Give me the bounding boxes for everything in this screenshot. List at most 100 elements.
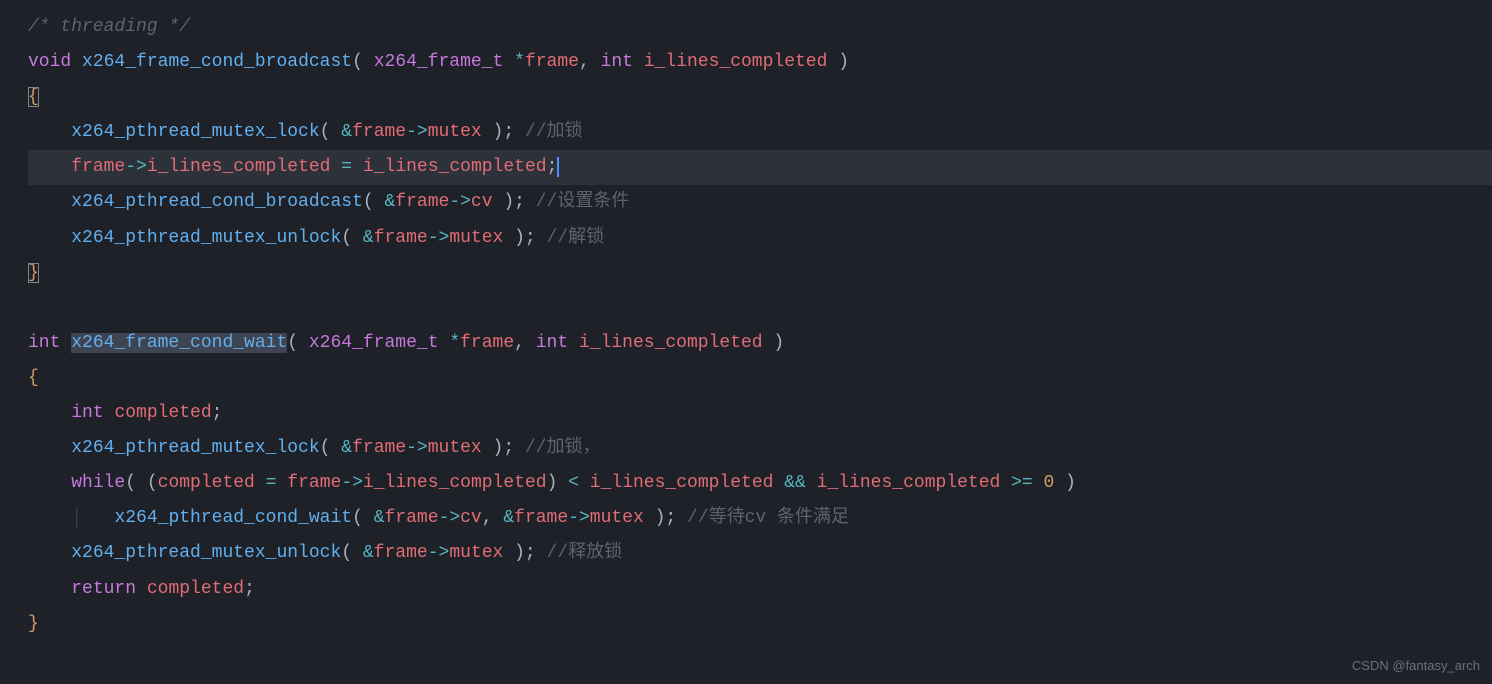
code-line: { bbox=[28, 368, 39, 388]
code-line: int completed; bbox=[28, 403, 222, 423]
code-line: x264_pthread_mutex_unlock( &frame->mutex… bbox=[28, 543, 622, 563]
op-amp: & bbox=[374, 508, 385, 528]
code-line: void x264_frame_cond_broadcast( x264_fra… bbox=[28, 52, 849, 72]
op-star: * bbox=[514, 52, 525, 72]
var: i_lines_completed bbox=[817, 473, 1001, 493]
member: mutex bbox=[449, 228, 503, 248]
var: frame bbox=[374, 543, 428, 563]
member: mutex bbox=[428, 122, 482, 142]
var: i_lines_completed bbox=[590, 473, 774, 493]
comment: //解锁 bbox=[547, 228, 605, 248]
code-line: return completed; bbox=[28, 579, 255, 599]
type: x264_frame_t bbox=[309, 333, 439, 353]
comment: //释放锁 bbox=[547, 543, 623, 563]
brace-open: { bbox=[28, 87, 39, 107]
member: cv bbox=[460, 508, 482, 528]
op-amp: & bbox=[341, 438, 352, 458]
member: i_lines_completed bbox=[147, 157, 331, 177]
code-line: x264_pthread_cond_broadcast( &frame->cv … bbox=[28, 192, 629, 212]
keyword-void: void bbox=[28, 52, 71, 72]
comment: //等待cv 条件满足 bbox=[687, 508, 849, 528]
call: x264_pthread_mutex_unlock bbox=[71, 543, 341, 563]
code-line: { bbox=[28, 87, 39, 107]
op-amp: & bbox=[363, 228, 374, 248]
code-line: int x264_frame_cond_wait( x264_frame_t *… bbox=[28, 333, 784, 353]
brace-close: } bbox=[28, 614, 39, 634]
op-arrow: -> bbox=[406, 122, 428, 142]
code-line: x264_pthread_mutex_lock( &frame->mutex )… bbox=[28, 122, 583, 142]
op-arrow: -> bbox=[341, 473, 363, 493]
op-amp: & bbox=[341, 122, 352, 142]
keyword-int: int bbox=[536, 333, 568, 353]
param: i_lines_completed bbox=[644, 52, 828, 72]
member: mutex bbox=[449, 543, 503, 563]
var: completed bbox=[114, 403, 211, 423]
param: i_lines_completed bbox=[579, 333, 763, 353]
member: mutex bbox=[590, 508, 644, 528]
call: x264_pthread_cond_wait bbox=[114, 508, 352, 528]
var: frame bbox=[374, 228, 428, 248]
var: frame bbox=[514, 508, 568, 528]
selection-highlight: x264_frame_cond_wait bbox=[71, 333, 287, 353]
call: x264_pthread_mutex_unlock bbox=[71, 228, 341, 248]
code-editor[interactable]: /* threading */ void x264_frame_cond_bro… bbox=[0, 0, 1492, 642]
op-star: * bbox=[449, 333, 460, 353]
member: i_lines_completed bbox=[363, 473, 547, 493]
op-arrow: -> bbox=[568, 508, 590, 528]
param: frame bbox=[525, 52, 579, 72]
op-arrow: -> bbox=[428, 228, 450, 248]
code-line-active: frame->i_lines_completed = i_lines_compl… bbox=[28, 150, 1492, 185]
var: completed bbox=[158, 473, 255, 493]
code-line: } bbox=[28, 263, 39, 283]
op-amp: & bbox=[384, 192, 395, 212]
op-arrow: -> bbox=[125, 157, 147, 177]
keyword-int: int bbox=[71, 403, 103, 423]
op-amp: & bbox=[363, 543, 374, 563]
comment: //加锁， bbox=[525, 438, 601, 458]
member: mutex bbox=[428, 438, 482, 458]
code-line: x264_pthread_mutex_lock( &frame->mutex )… bbox=[28, 438, 601, 458]
type: x264_frame_t bbox=[374, 52, 504, 72]
code-line: /* threading */ bbox=[28, 17, 190, 37]
code-line: │ x264_pthread_cond_wait( &frame->cv, &f… bbox=[28, 508, 849, 528]
number: 0 bbox=[1044, 473, 1055, 493]
code-line: while( (completed = frame->i_lines_compl… bbox=[28, 473, 1076, 493]
var: frame bbox=[385, 508, 439, 528]
function-name: x264_frame_cond_broadcast bbox=[82, 52, 352, 72]
op-ge: >= bbox=[1011, 473, 1033, 493]
comment: //设置条件 bbox=[536, 192, 630, 212]
keyword-return: return bbox=[71, 579, 136, 599]
op-and: && bbox=[784, 473, 806, 493]
var: i_lines_completed bbox=[363, 157, 547, 177]
op-eq: = bbox=[341, 157, 352, 177]
op-arrow: -> bbox=[439, 508, 461, 528]
comment: /* threading */ bbox=[28, 17, 190, 37]
op-arrow: -> bbox=[406, 438, 428, 458]
keyword-int: int bbox=[28, 333, 60, 353]
param: frame bbox=[460, 333, 514, 353]
var: frame bbox=[352, 438, 406, 458]
text-cursor bbox=[557, 157, 559, 177]
call: x264_pthread_cond_broadcast bbox=[71, 192, 363, 212]
function-name: x264_frame_cond_wait bbox=[71, 333, 287, 353]
code-line: x264_pthread_mutex_unlock( &frame->mutex… bbox=[28, 228, 604, 248]
var: frame bbox=[71, 157, 125, 177]
op-eq: = bbox=[266, 473, 277, 493]
watermark: CSDN @fantasy_arch bbox=[1352, 653, 1480, 678]
code-line: } bbox=[28, 614, 39, 634]
keyword-while: while bbox=[71, 473, 125, 493]
op-arrow: -> bbox=[428, 543, 450, 563]
brace-open: { bbox=[28, 368, 39, 388]
var: frame bbox=[395, 192, 449, 212]
op-amp: & bbox=[503, 508, 514, 528]
op-arrow: -> bbox=[449, 192, 471, 212]
var: frame bbox=[287, 473, 341, 493]
var: frame bbox=[352, 122, 406, 142]
keyword-int: int bbox=[601, 52, 633, 72]
call: x264_pthread_mutex_lock bbox=[71, 122, 319, 142]
member: cv bbox=[471, 192, 493, 212]
call: x264_pthread_mutex_lock bbox=[71, 438, 319, 458]
op-lt: < bbox=[568, 473, 579, 493]
comment: //加锁 bbox=[525, 122, 583, 142]
var: completed bbox=[147, 579, 244, 599]
